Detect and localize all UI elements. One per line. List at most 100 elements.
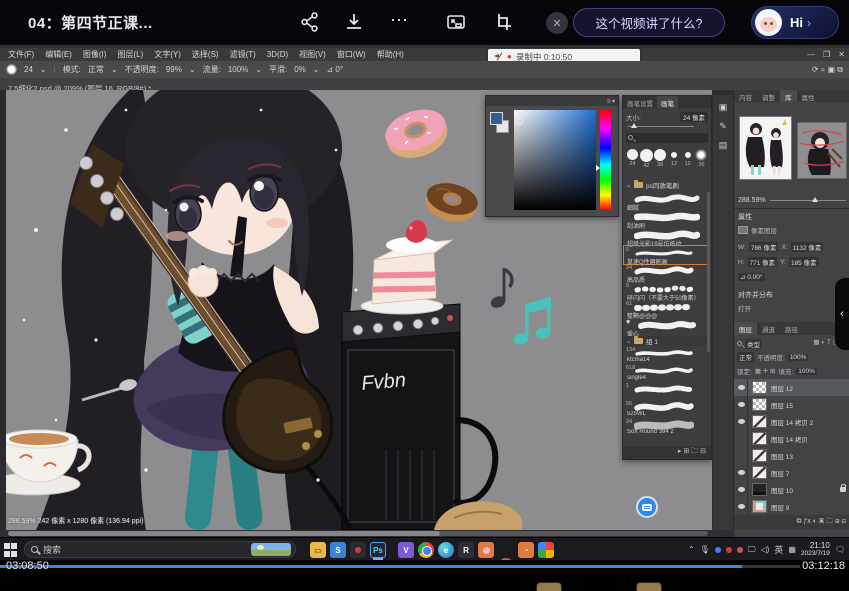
taskbar-file-explorer[interactable]: ▭ — [310, 542, 326, 558]
brush-panel-scrollbar[interactable] — [707, 192, 710, 352]
swatches-dock-icon[interactable]: ▤ — [717, 139, 730, 152]
color-panel-header[interactable]: ≡ ▾ — [486, 96, 618, 106]
chevron-down-icon[interactable]: ⌄ — [313, 65, 320, 74]
ps-horizontal-scrollbar[interactable] — [8, 531, 708, 536]
visibility-toggle[interactable] — [736, 396, 748, 413]
progress-fill[interactable] — [0, 565, 742, 568]
tab-libraries[interactable]: 库 — [780, 90, 797, 102]
side-drawer-toggle[interactable]: ‹ — [835, 278, 849, 350]
brush-tip[interactable]: 42 — [640, 147, 653, 177]
layer-row[interactable]: 图层 7 — [734, 464, 849, 481]
brush-angle[interactable]: ⊿ 0° — [326, 65, 343, 74]
layer-fill[interactable]: 100% — [796, 368, 817, 375]
open-row[interactable]: 打开 — [738, 303, 846, 313]
taskbar-app-orange[interactable] — [478, 542, 494, 558]
brush-size-slider[interactable] — [628, 126, 694, 127]
chevron-down-icon[interactable]: ⌄ — [40, 65, 47, 74]
menu-window[interactable]: 窗口(W) — [337, 49, 366, 60]
menu-image[interactable]: 图像(I) — [83, 49, 107, 60]
layer-row[interactable]: 图层 15 — [734, 396, 849, 413]
brush-item[interactable]: 61整颗@@@ — [624, 300, 708, 318]
layer-opacity[interactable]: 100% — [788, 354, 809, 361]
brush-item[interactable]: 9碎闪闪（不要大于50像素） — [624, 282, 708, 300]
brush-dock-icon[interactable]: ✎ — [717, 120, 730, 133]
visibility-toggle[interactable] — [736, 379, 748, 396]
tab-brush-settings[interactable]: 画笔设置 — [623, 96, 657, 108]
menu-help[interactable]: 帮助(H) — [377, 49, 404, 60]
start-button[interactable] — [4, 543, 18, 557]
flow-value[interactable]: 100% — [228, 65, 248, 74]
brush-panel-footer-icons[interactable]: ▸ ⊞ 🗀 ⊟ — [623, 446, 711, 459]
layer-row[interactable]: 图层 10 — [734, 481, 849, 498]
account-button[interactable]: Hi › — [751, 6, 839, 39]
tray-blue-icon[interactable] — [715, 547, 721, 553]
layer-thumbnail[interactable] — [752, 381, 767, 394]
height-value[interactable]: 771 像素 — [748, 257, 778, 267]
menu-dots-icon[interactable]: ≡ ▾ — [607, 98, 615, 105]
menu-3d[interactable]: 3D(D) — [267, 50, 288, 59]
width-value[interactable]: 786 像素 — [749, 242, 779, 252]
brush-tip[interactable]: 38 — [654, 147, 667, 177]
layer-row[interactable]: 图层 9 — [734, 498, 849, 515]
volume-icon[interactable]: ◁) — [761, 545, 770, 554]
progress-track[interactable] — [0, 565, 800, 568]
align-distribute-header[interactable]: 对齐并分布 — [738, 290, 846, 300]
search-highlight-image[interactable] — [251, 543, 291, 556]
taskbar-photoshop[interactable]: Ps — [370, 542, 386, 558]
foreground-color-swatch[interactable] — [490, 112, 503, 125]
brush-search-input[interactable] — [626, 133, 708, 143]
taskbar-app-dark[interactable] — [350, 542, 366, 558]
menu-filter[interactable]: 滤镜(T) — [230, 49, 256, 60]
color-cursor[interactable] — [516, 118, 523, 125]
brush-tip[interactable]: 24 — [626, 147, 639, 177]
brush-group-row[interactable]: ⌄ 组 1 — [624, 336, 708, 346]
brush-folder-row[interactable]: ⌄ ps同款笔刷 — [626, 180, 679, 190]
layers-panel-footer-icons[interactable]: ⧉ ƒx ◐ ▣ 🗀 ⊞ ⊟ — [734, 515, 849, 529]
menu-type[interactable]: 文字(Y) — [154, 49, 181, 60]
artwork-thumbnail[interactable] — [797, 122, 847, 179]
tab-channels[interactable]: 通道 — [757, 322, 780, 335]
chevron-down-icon[interactable]: ⌄ — [255, 65, 262, 74]
brush-tip[interactable]: 36 — [695, 147, 708, 177]
menu-select[interactable]: 选择(S) — [192, 49, 219, 60]
taskbar-chrome[interactable] — [418, 542, 434, 558]
layer-thumbnail[interactable] — [752, 415, 767, 428]
zoom-value[interactable]: 288.59% — [738, 197, 766, 204]
keyboard-icon[interactable]: ▦ — [788, 545, 796, 554]
blend-mode-select[interactable]: 正常 — [737, 352, 754, 362]
menu-view[interactable]: 视图(V) — [299, 49, 326, 60]
microphone-icon[interactable]: 🎙 — [700, 545, 710, 554]
brush-item[interactable]: 刮油刷 — [624, 210, 708, 228]
chat-bubble-button[interactable] — [636, 496, 658, 518]
chevron-down-icon[interactable]: ⌄ — [111, 65, 118, 74]
brush-item[interactable]: 134ktcma14 — [624, 346, 708, 364]
options-extra-icons[interactable]: ⟳ ⌕ ▣ ⧉ — [812, 65, 843, 75]
tab-content[interactable]: 内容 — [734, 90, 757, 102]
brush-item[interactable]: 24Soft Round 394 2 — [624, 418, 708, 436]
taskbar-app-clock[interactable]: ◔ — [518, 542, 534, 558]
x-value[interactable]: 1132 像素 — [791, 242, 824, 252]
mode-value[interactable]: 正常 — [88, 64, 104, 75]
hue-slider[interactable] — [600, 110, 611, 210]
visibility-toggle[interactable] — [736, 430, 748, 447]
display-icon[interactable]: 🖵 — [748, 545, 756, 555]
clip-button[interactable] — [492, 11, 514, 33]
minimize-icon[interactable]: — — [807, 50, 815, 59]
taskbar-edge[interactable]: e — [438, 542, 454, 558]
brush-size-value[interactable]: 24 像素 — [680, 112, 708, 122]
tab-layers[interactable]: 图层 — [734, 322, 757, 335]
layer-thumbnail[interactable] — [752, 483, 767, 496]
visibility-toggle[interactable] — [736, 413, 748, 430]
brush-tip[interactable]: 12 — [681, 147, 694, 177]
tray-red-icon[interactable] — [726, 547, 732, 553]
tab-adjustments[interactable]: 调整 — [757, 90, 780, 102]
layer-thumbnail[interactable] — [752, 432, 767, 445]
tray-red-icon-2[interactable] — [737, 547, 743, 553]
layer-thumbnail[interactable] — [752, 500, 767, 513]
visibility-toggle[interactable] — [736, 481, 748, 498]
zoom-slider[interactable] — [770, 200, 846, 201]
download-button[interactable] — [343, 11, 365, 33]
notification-icon[interactable]: 🗨 — [835, 545, 845, 554]
taskbar-app-v[interactable]: V — [398, 542, 414, 558]
brush-tip[interactable]: 12 — [667, 147, 680, 177]
